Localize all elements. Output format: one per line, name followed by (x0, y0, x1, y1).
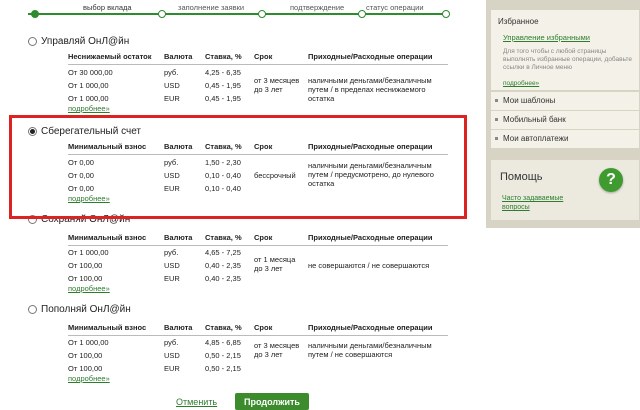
step-label-1: выбор вклада (83, 3, 132, 12)
cell-currency: руб. (164, 68, 179, 77)
col-header-term: Срок (254, 52, 273, 61)
sidebar-item-templates[interactable]: Мои шаблоны (491, 92, 639, 110)
cell-currency: EUR (164, 94, 180, 103)
cell-amount: От 100,00 (68, 364, 103, 373)
deposit-replenish-online: Пополняй ОнЛ@йн Минимальный взнос Валюта… (28, 304, 448, 384)
deposit-manage-online: Управляй ОнЛ@йн Неснижаемый остаток Валю… (28, 36, 448, 113)
step-dot-1 (31, 10, 39, 18)
col-header-rate: Ставка, % (205, 323, 242, 332)
favorites-title: Избранное (498, 17, 539, 26)
step-label-2: заполнение заявки (178, 3, 245, 12)
sidebar-item-mobile-bank[interactable]: Мобильный банк (491, 111, 639, 129)
faq-link[interactable]: Часто задаваемые вопросы (502, 194, 582, 212)
cell-term: от 3 месяцев до 3 лет (254, 76, 300, 94)
sidebar: Избранное Управление избранными Для того… (486, 0, 640, 228)
col-header-currency: Валюта (164, 323, 193, 332)
step-dot-2 (158, 10, 166, 18)
header-divider (68, 335, 448, 336)
cell-currency: руб. (164, 248, 179, 257)
more-link[interactable]: подробнее» (68, 374, 110, 383)
step-progress-bar: выбор вклада заполнение заявки подтвержд… (28, 0, 450, 20)
col-header-rate: Ставка, % (205, 233, 242, 242)
cell-amount: От 1 000,00 (68, 338, 109, 347)
cell-rate: 0,45 - 1,95 (205, 94, 241, 103)
bullet-icon (495, 137, 498, 140)
col-header-amount: Минимальный взнос (68, 233, 147, 242)
cell-rate: 0,50 - 2,15 (205, 364, 241, 373)
cell-operations: не совершаются / не совершаются (308, 261, 430, 270)
cell-term: от 1 месяца до 3 лет (254, 255, 296, 273)
question-mark-icon[interactable]: ? (599, 168, 623, 192)
cell-operations: наличными деньгами/безналичным путем / н… (308, 341, 432, 359)
cell-term: от 3 месяцев до 3 лет (254, 341, 300, 359)
cell-amount: От 1 000,00 (68, 248, 109, 257)
col-header-operations: Приходные/Расходные операции (308, 323, 433, 332)
col-header-term: Срок (254, 233, 273, 242)
col-header-amount: Минимальный взнос (68, 323, 147, 332)
deposit-title-label: Управляй ОнЛ@йн (41, 36, 130, 47)
cell-currency: USD (164, 261, 180, 270)
cell-rate: 0,45 - 1,95 (205, 81, 241, 90)
cell-amount: От 100,00 (68, 351, 103, 360)
step-label-3: подтверждение (290, 3, 345, 12)
favorites-description: Для того чтобы с любой страницы выполнят… (503, 48, 632, 71)
cell-currency: USD (164, 81, 180, 90)
header-divider (68, 245, 448, 246)
step-dot-3 (258, 10, 266, 18)
deposit-title[interactable]: Управляй ОнЛ@йн (28, 36, 129, 47)
sidebar-item-autopayments[interactable]: Мои автоплатежи (491, 130, 639, 148)
cell-amount: От 100,00 (68, 274, 103, 283)
more-link[interactable]: подробнее» (68, 104, 110, 113)
col-header-rate: Ставка, % (205, 52, 242, 61)
step-line (28, 13, 448, 15)
cell-amount: От 100,00 (68, 261, 103, 270)
cell-currency: USD (164, 351, 180, 360)
help-title: Помощь (500, 171, 543, 183)
manage-favorites-link[interactable]: Управление избранными (503, 33, 590, 42)
cancel-link[interactable]: Отменить (176, 397, 217, 407)
cell-operations: наличными деньгами/безналичным путем / в… (308, 76, 432, 103)
cell-rate: 0,40 - 2,35 (205, 274, 241, 283)
deposit-keep-online: Сохраняй ОнЛ@йн Минимальный взнос Валюта… (28, 214, 448, 293)
cell-rate: 0,40 - 2,35 (205, 261, 241, 270)
deposit-radio[interactable] (28, 37, 37, 46)
cell-currency: EUR (164, 274, 180, 283)
cell-amount: От 1 000,00 (68, 81, 109, 90)
continue-button[interactable]: Продолжить (235, 393, 309, 410)
sidebar-item-label: Мобильный банк (503, 115, 566, 124)
cell-amount: От 1 000,00 (68, 94, 109, 103)
step-label-4: статус операции (366, 3, 424, 12)
bullet-icon (495, 99, 498, 102)
cell-rate: 4,65 - 7,25 (205, 248, 241, 257)
header-divider (68, 64, 448, 65)
bullet-icon (495, 118, 498, 121)
sidebar-item-label: Мои шаблоны (503, 96, 556, 105)
col-header-currency: Валюта (164, 52, 193, 61)
sidebar-item-label: Мои автоплатежи (503, 134, 569, 143)
deposit-radio[interactable] (28, 305, 37, 314)
more-link[interactable]: подробнее» (68, 284, 110, 293)
cell-rate: 0,50 - 2,15 (205, 351, 241, 360)
col-header-operations: Приходные/Расходные операции (308, 233, 433, 242)
cell-currency: EUR (164, 364, 180, 373)
cell-currency: руб. (164, 338, 179, 347)
favorites-panel: Избранное Управление избранными Для того… (491, 10, 639, 90)
step-dot-5 (442, 10, 450, 18)
step-dot-4 (358, 10, 366, 18)
help-panel: Помощь Часто задаваемые вопросы ? (491, 160, 639, 220)
deposit-title-label: Пополняй ОнЛ@йн (41, 304, 131, 315)
selection-highlight-frame (9, 115, 467, 219)
col-header-operations: Приходные/Расходные операции (308, 52, 433, 61)
cell-rate: 4,25 - 6,35 (205, 68, 241, 77)
cell-amount: От 30 000,00 (68, 68, 113, 77)
cell-rate: 4,85 - 6,85 (205, 338, 241, 347)
col-header-term: Срок (254, 323, 273, 332)
deposit-title[interactable]: Пополняй ОнЛ@йн (28, 304, 131, 315)
favorites-more-link[interactable]: подробнее» (503, 80, 539, 87)
col-header-amount: Неснижаемый остаток (68, 52, 152, 61)
col-header-currency: Валюта (164, 233, 193, 242)
